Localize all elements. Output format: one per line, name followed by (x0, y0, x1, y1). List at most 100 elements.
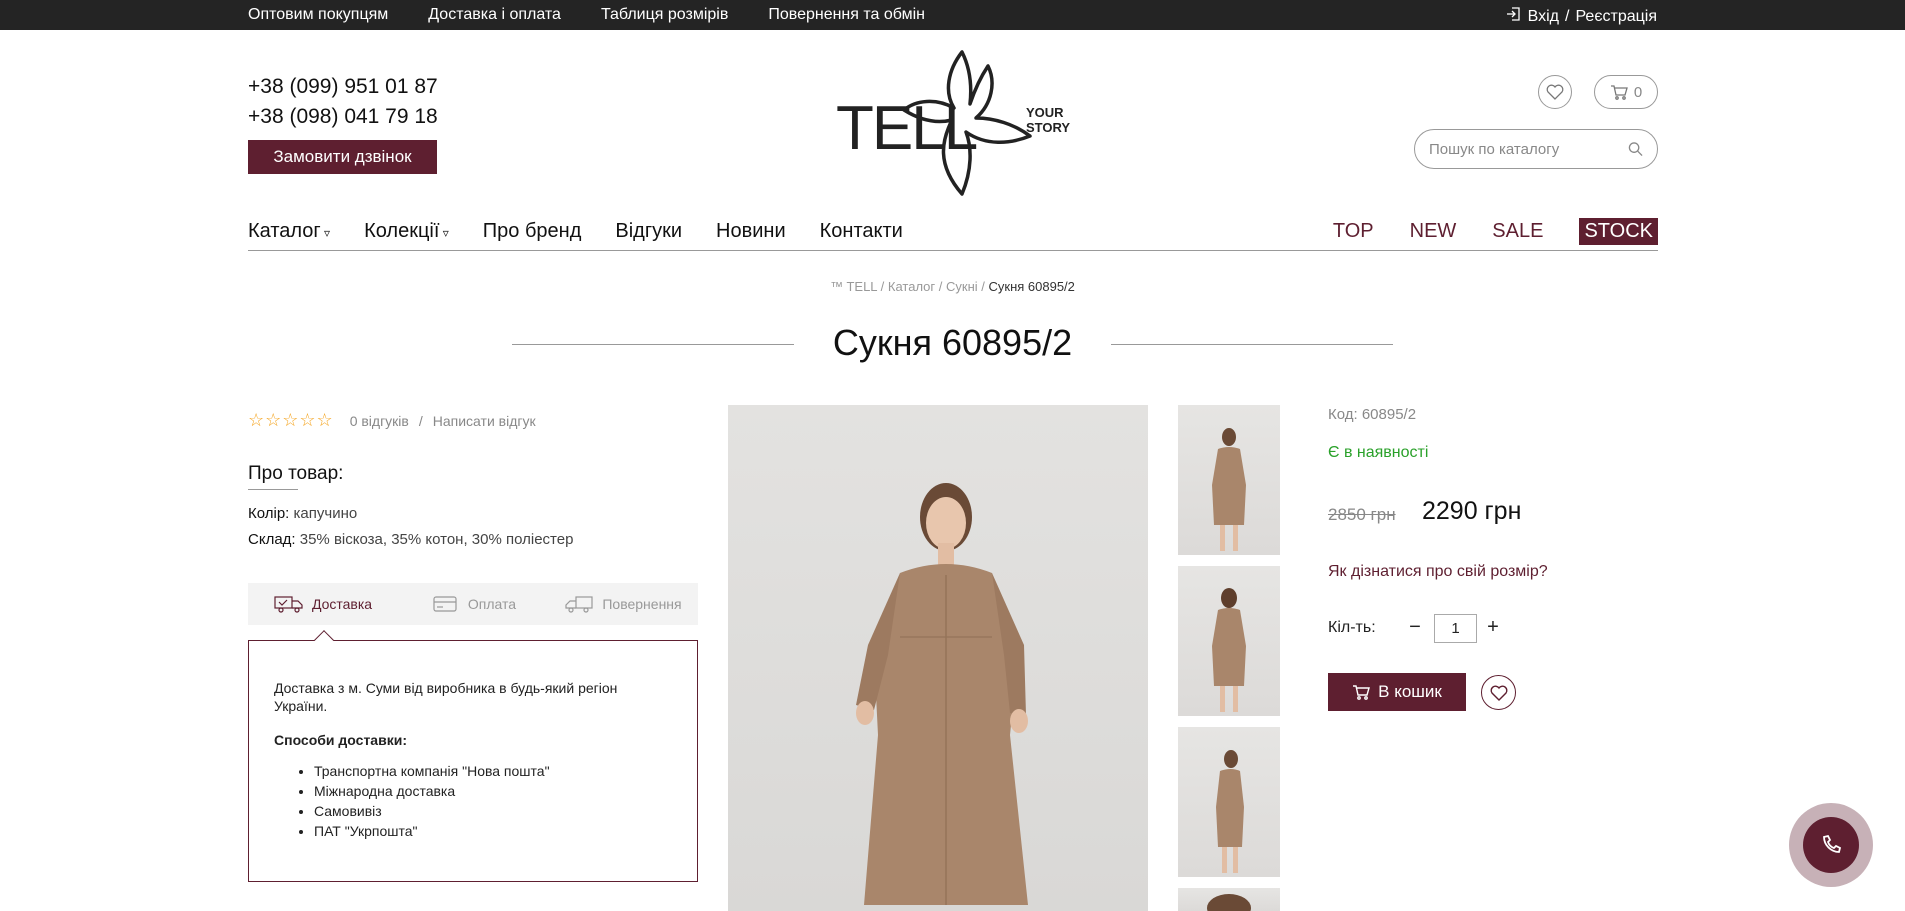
breadcrumb: ™ TELL / Каталог / Сукні / Сукня 60895/2 (830, 279, 1075, 294)
delivery-panel: Доставка з м. Суми від виробника в будь-… (248, 630, 698, 882)
thumbnail-photo (1207, 894, 1251, 911)
cart-icon (1610, 85, 1628, 100)
nav-item-about-brand[interactable]: Про бренд (483, 220, 582, 243)
phone-2[interactable]: +38 (098) 041 79 18 (248, 102, 438, 132)
logo-tagline: YOUR STORY (1026, 105, 1070, 135)
product-code: Код: 60895/2 (1328, 406, 1417, 423)
heart-icon (1490, 685, 1507, 701)
main-nav: Каталог ▿ Колекції ▿ Про бренд Відгуки Н… (248, 218, 1658, 251)
callback-inner (1803, 817, 1859, 873)
quantity-label: Кіл-ть: (1328, 619, 1376, 636)
logo-tagline-line-1: YOUR (1026, 105, 1064, 120)
breadcrumb-home[interactable]: ™ TELL (830, 279, 877, 294)
breadcrumb-catalog[interactable]: Каталог (888, 279, 935, 294)
stock-status: Є в наявності (1328, 444, 1429, 461)
nav-item-reviews[interactable]: Відгуки (615, 220, 682, 243)
attribute-color-label: Колір: (248, 505, 290, 522)
quantity-input[interactable] (1434, 614, 1477, 643)
attribute-composition: Склад: 35% віскоза, 35% котон, 30% поліе… (248, 531, 573, 548)
auth-separator: / (1565, 7, 1570, 25)
add-to-cart-button[interactable]: В кошик (1328, 673, 1466, 711)
nav-collections-label: Колекції (364, 220, 440, 242)
phone-icon (1823, 834, 1842, 853)
phone-1[interactable]: +38 (099) 951 01 87 (248, 72, 438, 102)
order-call-button[interactable]: Замовити дзвінок (248, 140, 437, 174)
top-link-size-table[interactable]: Таблиця розмірів (601, 6, 728, 24)
delivery-methods-title: Способи доставки: (274, 732, 407, 748)
attribute-composition-label: Склад: (248, 531, 296, 548)
page-title: Сукня 60895/2 (832, 322, 1073, 363)
product-thumbnail-2[interactable] (1178, 566, 1280, 716)
product-main-image[interactable] (728, 405, 1148, 911)
attribute-color: Колір: капучино (248, 505, 357, 522)
product-thumbnail-1[interactable] (1178, 405, 1280, 555)
top-link-returns[interactable]: Повернення та обмін (768, 6, 925, 24)
main-nav-right: TOP NEW SALE STOCK (1333, 218, 1658, 245)
quantity-increase-button[interactable]: + (1482, 612, 1504, 642)
write-review-link[interactable]: Написати відгук (433, 413, 536, 429)
top-bar: Оптовим покупцям Доставка і оплата Табли… (0, 0, 1905, 30)
nav-item-sale[interactable]: SALE (1492, 220, 1543, 243)
tab-returns[interactable]: Повернення (548, 594, 698, 614)
return-truck-icon (565, 596, 593, 613)
list-item: ПАТ "Укрпошта" (314, 821, 672, 841)
search-input[interactable] (1429, 140, 1628, 158)
breadcrumb-current: Сукня 60895/2 (988, 279, 1075, 294)
auth-links: Вхід / Реєстрація (1506, 6, 1657, 27)
login-link[interactable]: Вхід (1528, 8, 1559, 26)
tab-returns-label: Повернення (602, 596, 682, 612)
login-icon (1506, 6, 1522, 27)
top-links: Оптовим покупцям Доставка і оплата Табли… (248, 6, 925, 24)
nav-item-stock[interactable]: STOCK (1579, 218, 1658, 245)
breadcrumb-dresses[interactable]: Сукні (946, 279, 978, 294)
search-icon[interactable] (1628, 141, 1643, 157)
wishlist-button[interactable] (1538, 75, 1572, 109)
delivery-intro: Доставка з м. Суми від виробника в будь-… (274, 680, 618, 714)
search-box (1414, 129, 1658, 169)
chevron-down-icon: ▿ (320, 226, 331, 240)
delivery-methods-list: Транспортна компанія "Нова пошта" Міжнар… (274, 761, 672, 841)
reviews-count[interactable]: 0 відгуків (350, 413, 409, 429)
truck-icon (274, 596, 303, 613)
top-link-wholesale[interactable]: Оптовим покупцям (248, 6, 388, 24)
attribute-composition-value: 35% віскоза, 35% котон, 30% поліестер (299, 531, 574, 548)
nav-item-news[interactable]: Новини (716, 220, 786, 243)
logo-text: TELL (836, 94, 978, 163)
tab-payment[interactable]: Оплата (398, 594, 548, 614)
rating-row: ☆☆☆☆☆ 0 відгуків / Написати відгук (248, 410, 536, 431)
nav-item-contacts[interactable]: Контакти (820, 220, 903, 243)
thumbnail-photo (1212, 588, 1246, 712)
thumbnail-photo (1216, 750, 1244, 873)
product-thumbnail-4[interactable] (1178, 888, 1280, 911)
cart-count: 0 (1633, 83, 1643, 101)
list-item: Транспортна компанія "Нова пошта" (314, 761, 672, 781)
thumbnail-photo (1212, 428, 1246, 551)
nav-item-catalog[interactable]: Каталог ▿ (248, 220, 330, 243)
tab-delivery-label: Доставка (311, 596, 373, 612)
size-guide-link[interactable]: Як дізнатися про свій розмір? (1328, 563, 1548, 581)
tab-pointer (314, 630, 334, 650)
nav-item-collections[interactable]: Колекції ▿ (364, 220, 449, 243)
quantity-decrease-button[interactable]: − (1404, 612, 1426, 642)
callback-button[interactable] (1789, 803, 1873, 887)
current-price: 2290 грн (1422, 497, 1522, 525)
about-product-title: Про товар: (248, 463, 344, 490)
rating-stars[interactable]: ☆☆☆☆☆ (248, 410, 334, 431)
cart-button[interactable]: 0 (1594, 75, 1658, 109)
nav-item-top[interactable]: TOP (1333, 220, 1374, 243)
nav-item-new[interactable]: NEW (1410, 220, 1457, 243)
tab-delivery[interactable]: Доставка (248, 594, 398, 614)
attribute-color-value: капучино (293, 505, 358, 522)
top-link-delivery[interactable]: Доставка і оплата (428, 6, 561, 24)
product-thumbnail-3[interactable] (1178, 727, 1280, 877)
rating-separator: / (418, 412, 423, 429)
list-item: Міжнародна доставка (314, 781, 672, 801)
list-item: Самовивіз (314, 801, 672, 821)
info-tabs: Доставка Оплата Повернення (248, 583, 698, 625)
logo[interactable]: TELL YOUR STORY (836, 48, 1076, 198)
add-to-wishlist-button[interactable] (1481, 675, 1516, 710)
old-price: 2850 грн (1328, 505, 1396, 524)
heart-icon (1546, 84, 1564, 100)
register-link[interactable]: Реєстрація (1575, 8, 1657, 26)
logo-tagline-line-2: STORY (1026, 120, 1071, 135)
